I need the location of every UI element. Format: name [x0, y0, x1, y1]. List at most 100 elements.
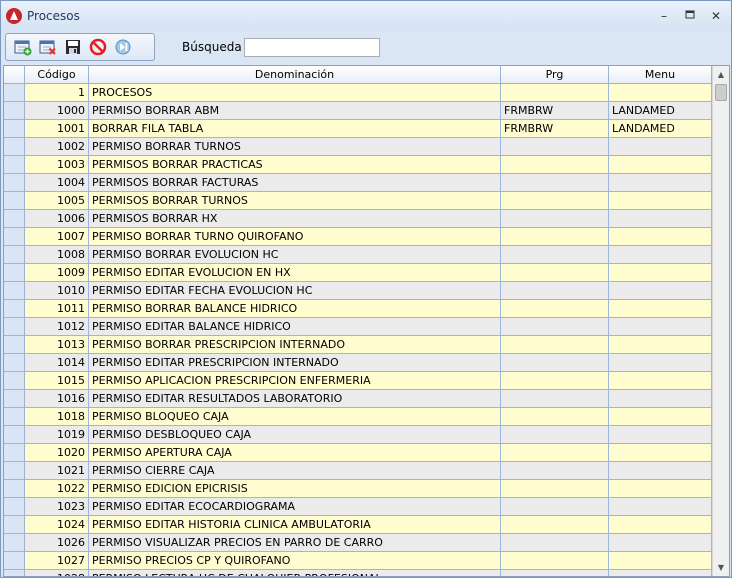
- cell-prg[interactable]: [501, 84, 609, 102]
- table-row[interactable]: 1010 PERMISO EDITAR FECHA EVOLUCION HC: [4, 282, 712, 300]
- row-selector[interactable]: [4, 264, 25, 282]
- cell-prg[interactable]: [501, 372, 609, 390]
- table-row[interactable]: 1023 PERMISO EDITAR ECOCARDIOGRAMA: [4, 498, 712, 516]
- cell-name[interactable]: PERMISO LECTURA HC DE CUALQUIER PROFESIO…: [89, 570, 501, 576]
- cell-menu[interactable]: [609, 138, 712, 156]
- cell-name[interactable]: PERMISO BORRAR TURNOS: [89, 138, 501, 156]
- cell-code[interactable]: 1027: [25, 552, 89, 570]
- cell-code[interactable]: 1028: [25, 570, 89, 576]
- cell-prg[interactable]: [501, 228, 609, 246]
- minimize-icon[interactable]: –: [653, 7, 675, 25]
- cell-name[interactable]: PERMISO BORRAR TURNO QUIROFANO: [89, 228, 501, 246]
- cell-name[interactable]: BORRAR FILA TABLA: [89, 120, 501, 138]
- cell-code[interactable]: 1012: [25, 318, 89, 336]
- cell-name[interactable]: PERMISO APLICACION PRESCRIPCION ENFERMER…: [89, 372, 501, 390]
- row-selector[interactable]: [4, 480, 25, 498]
- cell-prg[interactable]: [501, 246, 609, 264]
- cell-menu[interactable]: [609, 390, 712, 408]
- row-selector[interactable]: [4, 192, 25, 210]
- cell-prg[interactable]: [501, 408, 609, 426]
- table-row[interactable]: 1024 PERMISO EDITAR HISTORIA CLINICA AMBU…: [4, 516, 712, 534]
- cell-name[interactable]: PERMISO EDITAR RESULTADOS LABORATORIO: [89, 390, 501, 408]
- cell-prg[interactable]: [501, 480, 609, 498]
- scroll-thumb[interactable]: [715, 84, 727, 101]
- cell-name[interactable]: PERMISO PRECIOS CP Y QUIROFANO: [89, 552, 501, 570]
- search-input[interactable]: [244, 38, 380, 57]
- maximize-icon[interactable]: [679, 7, 701, 25]
- cell-code[interactable]: 1010: [25, 282, 89, 300]
- cell-prg[interactable]: [501, 552, 609, 570]
- cell-prg[interactable]: [501, 192, 609, 210]
- scroll-up-arrow-icon[interactable]: ▲: [713, 66, 729, 83]
- cell-code[interactable]: 1011: [25, 300, 89, 318]
- cell-menu[interactable]: LANDAMED: [609, 102, 712, 120]
- column-header-code[interactable]: Código: [25, 66, 89, 84]
- cell-code[interactable]: 1016: [25, 390, 89, 408]
- cell-menu[interactable]: [609, 426, 712, 444]
- row-selector[interactable]: [4, 516, 25, 534]
- table-row[interactable]: 1015 PERMISO APLICACION PRESCRIPCION ENFE…: [4, 372, 712, 390]
- table-row[interactable]: 1014 PERMISO EDITAR PRESCRIPCION INTERNAD…: [4, 354, 712, 372]
- table-row[interactable]: 1019 PERMISO DESBLOQUEO CAJA: [4, 426, 712, 444]
- cell-menu[interactable]: [609, 570, 712, 576]
- cell-prg[interactable]: [501, 516, 609, 534]
- row-selector[interactable]: [4, 354, 25, 372]
- cell-prg[interactable]: [501, 210, 609, 228]
- table-row[interactable]: 1004 PERMISOS BORRAR FACTURAS: [4, 174, 712, 192]
- row-selector[interactable]: [4, 408, 25, 426]
- cell-prg[interactable]: [501, 318, 609, 336]
- cell-name[interactable]: PERMISOS BORRAR TURNOS: [89, 192, 501, 210]
- cell-prg[interactable]: [501, 174, 609, 192]
- cell-prg[interactable]: [501, 534, 609, 552]
- row-selector[interactable]: [4, 156, 25, 174]
- row-selector[interactable]: [4, 138, 25, 156]
- cell-code[interactable]: 1002: [25, 138, 89, 156]
- vertical-scrollbar[interactable]: ▲ ▼: [712, 66, 729, 576]
- cell-code[interactable]: 1005: [25, 192, 89, 210]
- scroll-down-arrow-icon[interactable]: ▼: [713, 559, 729, 576]
- cell-menu[interactable]: [609, 408, 712, 426]
- cell-prg[interactable]: [501, 426, 609, 444]
- cell-menu[interactable]: [609, 354, 712, 372]
- column-header-prg[interactable]: Prg: [501, 66, 609, 84]
- cell-code[interactable]: 1008: [25, 246, 89, 264]
- cell-menu[interactable]: [609, 516, 712, 534]
- cell-name[interactable]: PERMISO EDITAR HISTORIA CLINICA AMBULATO…: [89, 516, 501, 534]
- table-row[interactable]: 1022 PERMISO EDICION EPICRISIS: [4, 480, 712, 498]
- cell-menu[interactable]: [609, 156, 712, 174]
- cell-prg[interactable]: [501, 498, 609, 516]
- row-selector[interactable]: [4, 336, 25, 354]
- cell-prg[interactable]: [501, 354, 609, 372]
- cell-menu[interactable]: [609, 192, 712, 210]
- cell-menu[interactable]: [609, 372, 712, 390]
- save-button[interactable]: [64, 38, 82, 56]
- title-bar[interactable]: Procesos – ✕: [1, 1, 731, 31]
- cell-prg[interactable]: [501, 570, 609, 576]
- cell-code[interactable]: 1001: [25, 120, 89, 138]
- table-row[interactable]: 1009 PERMISO EDITAR EVOLUCION EN HX: [4, 264, 712, 282]
- cell-name[interactable]: PERMISOS BORRAR PRACTICAS: [89, 156, 501, 174]
- cell-prg[interactable]: FRMBRW: [501, 102, 609, 120]
- row-selector[interactable]: [4, 498, 25, 516]
- cell-code[interactable]: 1003: [25, 156, 89, 174]
- table-row[interactable]: 1028PERMISO LECTURA HC DE CUALQUIER PROF…: [4, 570, 712, 576]
- cell-name[interactable]: PERMISO EDITAR PRESCRIPCION INTERNADO: [89, 354, 501, 372]
- row-selector[interactable]: [4, 282, 25, 300]
- cell-menu[interactable]: [609, 552, 712, 570]
- cell-name[interactable]: PERMISO BORRAR PRESCRIPCION INTERNADO: [89, 336, 501, 354]
- cell-code[interactable]: 1000: [25, 102, 89, 120]
- cell-code[interactable]: 1006: [25, 210, 89, 228]
- cell-code[interactable]: 1018: [25, 408, 89, 426]
- table-row[interactable]: 1 PROCESOS: [4, 84, 712, 102]
- table-row[interactable]: 1021 PERMISO CIERRE CAJA: [4, 462, 712, 480]
- cell-menu[interactable]: [609, 282, 712, 300]
- table-row[interactable]: 1008 PERMISO BORRAR EVOLUCION HC: [4, 246, 712, 264]
- cell-code[interactable]: 1024: [25, 516, 89, 534]
- cell-prg[interactable]: [501, 264, 609, 282]
- cell-menu[interactable]: [609, 174, 712, 192]
- cell-code[interactable]: 1: [25, 84, 89, 102]
- cell-menu[interactable]: [609, 444, 712, 462]
- row-selector[interactable]: [4, 462, 25, 480]
- cell-menu[interactable]: [609, 318, 712, 336]
- cell-name[interactable]: PERMISO EDITAR ECOCARDIOGRAMA: [89, 498, 501, 516]
